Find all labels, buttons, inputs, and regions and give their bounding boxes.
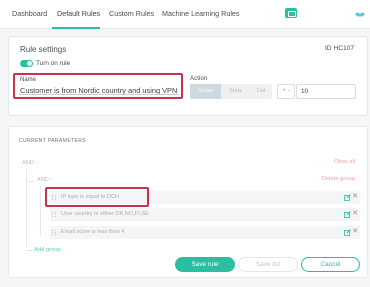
condition-row[interactable]: User country is either DK,NO,FI,SE ✕ <box>50 208 360 221</box>
edit-icon[interactable] <box>344 229 351 236</box>
edit-icon[interactable] <box>344 211 351 218</box>
chat-icon[interactable] <box>285 8 297 18</box>
save-rule-button[interactable]: Save rule <box>175 257 235 272</box>
tab-custom-rules[interactable]: Custom Rules <box>109 9 154 19</box>
tab-dashboard[interactable]: Dashboard <box>12 9 47 19</box>
tab-default-rules[interactable]: Default Rules <box>57 9 100 19</box>
add-group-connector <box>26 250 32 251</box>
inner-operator-select[interactable]: AND - <box>37 177 52 183</box>
delete-icon[interactable]: ✕ <box>352 210 358 218</box>
score-value-input[interactable]: 10 <box>296 84 356 99</box>
delete-icon[interactable]: ✕ <box>352 193 358 201</box>
top-navigation: Dashboard Default Rules Custom Rules Mac… <box>0 0 370 29</box>
save-list-button[interactable]: Save list <box>238 257 298 272</box>
tab-machine-learning-rules[interactable]: Machine Learning Rules <box>162 9 240 19</box>
rule-settings-title: Rule settings <box>20 45 67 54</box>
current-parameters-title: CURRENT PARAMETERS <box>19 138 87 144</box>
action-label: Action <box>190 75 208 82</box>
drag-handle-icon[interactable] <box>52 230 56 235</box>
delete-group-link[interactable]: Delete group <box>322 176 355 182</box>
name-field-highlight: Name Customer is from Nordic country and… <box>13 73 183 99</box>
inner-group-line <box>40 186 41 235</box>
action-stats-button[interactable]: Stats <box>221 84 250 99</box>
current-parameters-card: CURRENT PARAMETERS AND - Clear all AND -… <box>8 126 368 278</box>
condition-row[interactable]: Email score is less than 4 ✕ <box>50 226 360 239</box>
active-tab-indicator <box>52 27 100 29</box>
rule-id: ID HC107 <box>325 45 354 52</box>
clear-all-link[interactable]: Clear all <box>334 159 355 165</box>
turn-on-rule-toggle[interactable] <box>20 60 33 67</box>
drag-handle-icon[interactable] <box>52 212 56 217</box>
name-label: Name <box>20 77 37 83</box>
turn-on-rule-label: Turn on rule <box>36 60 71 67</box>
add-group-link[interactable]: Add group <box>34 247 61 253</box>
condition-highlight <box>45 187 149 207</box>
outer-operator-select[interactable]: AND - <box>22 160 37 166</box>
condition-text: User country is either DK,NO,FI,SE <box>61 211 149 217</box>
cancel-button[interactable]: Cancel <box>301 257 360 272</box>
name-field-underline <box>19 94 179 95</box>
action-score-button[interactable]: Score <box>190 84 221 99</box>
delete-icon[interactable]: ✕ <box>352 228 358 236</box>
bird-logo-icon <box>355 12 365 17</box>
rule-settings-card: Rule settings ID HC107 Turn on rule Name… <box>8 36 368 116</box>
edit-icon[interactable] <box>344 194 351 201</box>
action-list-button[interactable]: List <box>250 84 272 99</box>
operator-select[interactable]: + - <box>277 84 295 99</box>
inner-connector <box>26 181 34 182</box>
condition-text: Email score is less than 4 <box>61 229 125 235</box>
